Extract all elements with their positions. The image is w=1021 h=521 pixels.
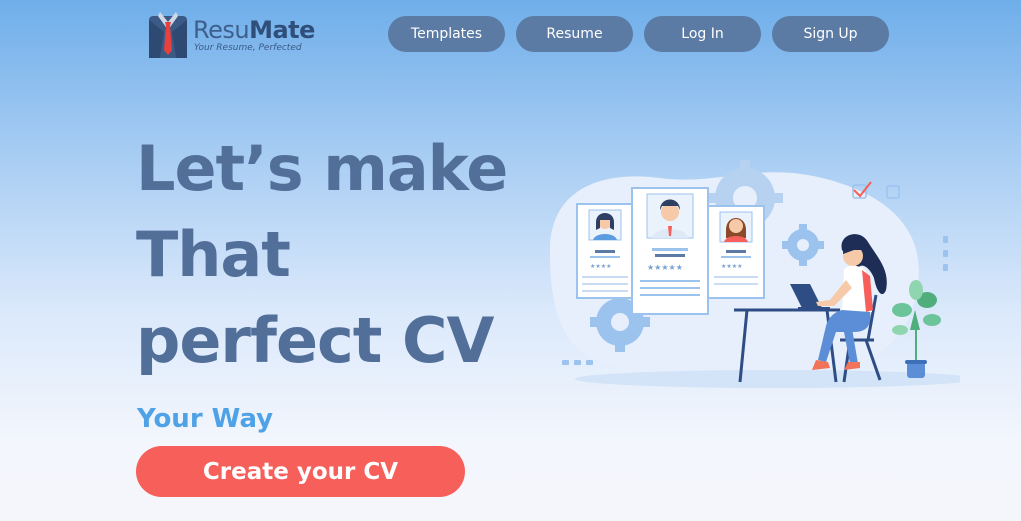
headline-line-3: perfect CV	[136, 304, 495, 377]
headline-line-2: That	[136, 218, 291, 291]
svg-text:★★★★★: ★★★★★	[647, 263, 683, 272]
resume-card-icon: ★★★★	[576, 203, 634, 299]
suit-tie-icon	[149, 12, 187, 58]
create-cv-button[interactable]: Create your CV	[136, 446, 465, 497]
login-button[interactable]: Log In	[644, 16, 761, 52]
hero-subtitle: Your Way	[137, 404, 274, 434]
brand-name-light: Resu	[193, 16, 250, 44]
resume-button[interactable]: Resume	[516, 16, 633, 52]
brand-name: ResuMate	[193, 17, 315, 43]
top-nav: Templates Resume Log In Sign Up	[388, 16, 900, 52]
brand-logo[interactable]: ResuMate Your Resume, Perfected	[148, 10, 315, 58]
hero-illustration: ★★★★ ★★★★ ★★★★★	[550, 160, 960, 388]
svg-text:★★★★: ★★★★	[721, 263, 743, 270]
svg-text:★★★★: ★★★★	[590, 263, 612, 270]
hero-headline: Let’s make That perfect CV	[136, 126, 536, 384]
resume-card-icon: ★★★★	[707, 205, 765, 299]
brand-name-bold: Mate	[249, 16, 315, 44]
brand-tagline: Your Resume, Perfected	[194, 43, 302, 53]
floor-shadow	[575, 370, 960, 388]
signup-button[interactable]: Sign Up	[772, 16, 889, 52]
checkbox-empty-icon	[886, 185, 900, 199]
templates-button[interactable]: Templates	[388, 16, 505, 52]
resume-card-icon: ★★★★★	[631, 187, 709, 315]
headline-line-1: Let’s make	[136, 132, 508, 205]
